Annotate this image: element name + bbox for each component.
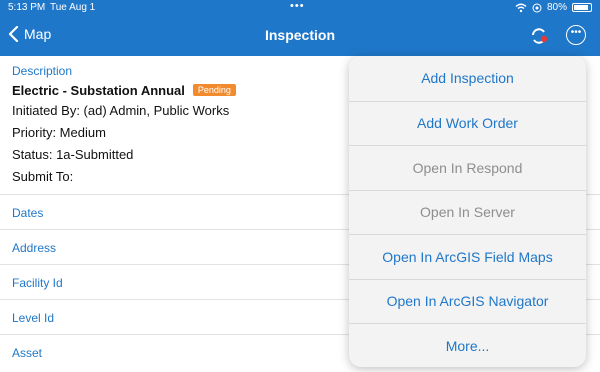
menu-item-add-work-order[interactable]: Add Work Order: [349, 100, 586, 146]
status-time: 5:13 PM: [8, 2, 46, 13]
inspection-title: Electric - Substation Annual: [12, 82, 185, 98]
battery-icon: [572, 3, 592, 12]
row-label: Dates: [12, 206, 44, 220]
row-label: Facility Id: [12, 276, 63, 290]
menu-item-add-inspection[interactable]: Add Inspection: [349, 56, 586, 101]
actions-menu: Add Inspection Add Work Order Open In Re…: [349, 56, 586, 367]
menu-item-more[interactable]: More...: [349, 323, 586, 367]
battery-percent: 80%: [546, 2, 567, 13]
menu-item-open-in-respond: Open In Respond: [349, 145, 586, 190]
navigation-bar: Map Inspection •••: [0, 16, 600, 56]
more-ellipsis-icon[interactable]: •••: [566, 25, 586, 45]
status-badge: Pending: [192, 84, 236, 96]
wifi-icon: [515, 3, 527, 12]
menu-item-open-in-field-maps[interactable]: Open In ArcGIS Field Maps: [349, 234, 586, 279]
status-bar: 5:13 PM Tue Aug 1 ••• 80%: [0, 0, 600, 16]
status-right: 80%: [515, 2, 592, 13]
row-label: Asset: [12, 346, 43, 360]
row-label: Address: [12, 241, 57, 255]
multitask-dots-icon[interactable]: •••: [290, 0, 305, 12]
menu-item-open-in-server: Open In Server: [349, 189, 586, 235]
menu-item-open-in-navigator[interactable]: Open In ArcGIS Navigator: [349, 278, 586, 324]
row-label: Level Id: [12, 311, 55, 325]
location-icon: [532, 3, 542, 12]
page-title: Inspection: [264, 27, 335, 43]
status-date: Tue Aug 1: [50, 2, 96, 13]
sync-icon[interactable]: [529, 26, 549, 46]
